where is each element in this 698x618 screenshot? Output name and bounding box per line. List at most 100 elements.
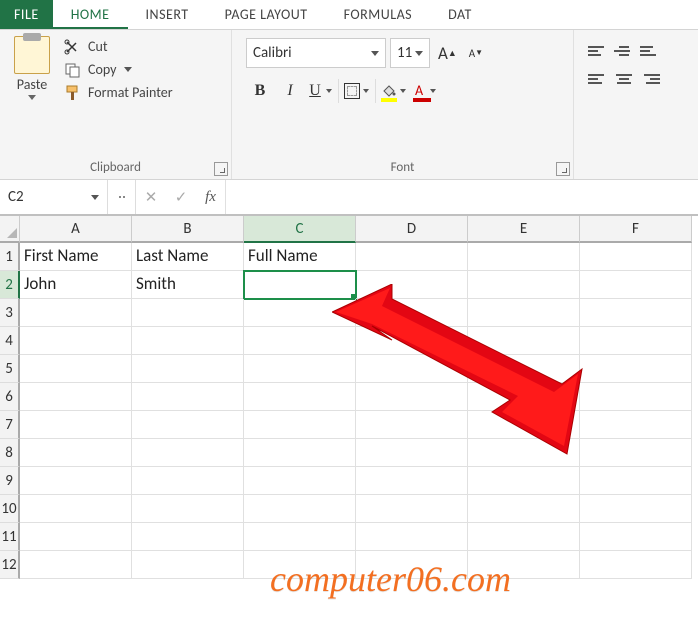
cell-C8[interactable] [244,439,356,467]
row-header[interactable]: 3 [0,299,20,327]
row-header[interactable]: 8 [0,439,20,467]
cell-E10[interactable] [468,495,580,523]
cell-F4[interactable] [580,327,692,355]
cell-F7[interactable] [580,411,692,439]
cell-E8[interactable] [468,439,580,467]
cut-button[interactable]: Cut [64,38,173,55]
align-bottom-button[interactable] [638,40,662,62]
cell-C3[interactable] [244,299,356,327]
column-header[interactable]: D [356,216,468,243]
cell-A7[interactable] [20,411,132,439]
tab-file[interactable]: FILE [0,0,53,29]
cell-C4[interactable] [244,327,356,355]
row-header[interactable]: 9 [0,467,20,495]
cell-E3[interactable] [468,299,580,327]
cell-D7[interactable] [356,411,468,439]
formula-input[interactable] [226,180,698,214]
column-header[interactable]: F [580,216,692,243]
column-header[interactable]: E [468,216,580,243]
cell-C6[interactable] [244,383,356,411]
cell-F1[interactable] [580,243,692,271]
cell-A10[interactable] [20,495,132,523]
cell-F10[interactable] [580,495,692,523]
clipboard-dialog-launcher[interactable] [214,162,228,176]
align-center-button[interactable] [612,68,636,90]
cell-C7[interactable] [244,411,356,439]
italic-button[interactable]: I [276,76,304,106]
cell-F2[interactable] [580,271,692,299]
tab-insert[interactable]: INSERT [128,0,207,29]
cell-F9[interactable] [580,467,692,495]
cell-C2[interactable] [244,271,356,299]
cell-B3[interactable] [132,299,244,327]
cell-A2[interactable]: John [20,271,132,299]
cell-D2[interactable] [356,271,468,299]
cell-A11[interactable] [20,523,132,551]
row-header[interactable]: 2 [0,271,20,299]
row-header[interactable]: 10 [0,495,20,523]
font-size-select[interactable]: 11 [390,38,430,68]
cell-F8[interactable] [580,439,692,467]
cell-F12[interactable] [580,551,692,579]
cell-B12[interactable] [132,551,244,579]
row-header[interactable]: 5 [0,355,20,383]
cell-D1[interactable] [356,243,468,271]
cell-A8[interactable] [20,439,132,467]
cell-A6[interactable] [20,383,132,411]
row-header[interactable]: 4 [0,327,20,355]
cell-B11[interactable] [132,523,244,551]
column-header[interactable]: B [132,216,244,243]
cell-A3[interactable] [20,299,132,327]
cell-D9[interactable] [356,467,468,495]
shrink-font-button[interactable]: A▼ [465,38,487,68]
cell-E2[interactable] [468,271,580,299]
cell-B2[interactable]: Smith [132,271,244,299]
cell-C1[interactable]: Full Name [244,243,356,271]
cell-B8[interactable] [132,439,244,467]
cell-B10[interactable] [132,495,244,523]
grow-font-button[interactable]: A▲ [434,38,461,68]
select-all-corner[interactable] [0,216,20,243]
cell-B9[interactable] [132,467,244,495]
cell-A5[interactable] [20,355,132,383]
formula-bar-resize[interactable] [108,180,136,214]
cell-F11[interactable] [580,523,692,551]
font-name-select[interactable]: Calibri [246,38,386,68]
align-right-button[interactable] [638,68,662,90]
cell-E9[interactable] [468,467,580,495]
cell-E11[interactable] [468,523,580,551]
row-header[interactable]: 12 [0,551,20,579]
fill-color-button[interactable] [380,76,408,106]
enter-formula-button[interactable]: ✓ [166,180,196,214]
font-color-button[interactable]: A [410,76,438,106]
cell-B6[interactable] [132,383,244,411]
align-left-button[interactable] [586,68,610,90]
align-top-button[interactable] [586,40,610,62]
tab-page-layout[interactable]: PAGE LAYOUT [207,0,326,29]
row-header[interactable]: 7 [0,411,20,439]
cell-D3[interactable] [356,299,468,327]
tab-data[interactable]: DAT [430,0,490,29]
bold-button[interactable]: B [246,76,274,106]
border-button[interactable] [343,76,371,106]
cancel-formula-button[interactable]: ✕ [136,180,166,214]
copy-button[interactable]: Copy [64,61,173,78]
cell-C9[interactable] [244,467,356,495]
format-painter-button[interactable]: Format Painter [64,84,173,101]
paste-button[interactable]: Paste [8,34,56,158]
cell-B1[interactable]: Last Name [132,243,244,271]
cell-A9[interactable] [20,467,132,495]
column-header[interactable]: C [244,216,356,243]
insert-function-button[interactable]: fx [196,180,226,214]
cell-E4[interactable] [468,327,580,355]
cell-B4[interactable] [132,327,244,355]
cell-E5[interactable] [468,355,580,383]
cell-D5[interactable] [356,355,468,383]
cell-F3[interactable] [580,299,692,327]
cell-F6[interactable] [580,383,692,411]
tab-home[interactable]: HOME [53,0,128,29]
cell-D4[interactable] [356,327,468,355]
cell-B7[interactable] [132,411,244,439]
cell-E1[interactable] [468,243,580,271]
row-header[interactable]: 1 [0,243,20,271]
